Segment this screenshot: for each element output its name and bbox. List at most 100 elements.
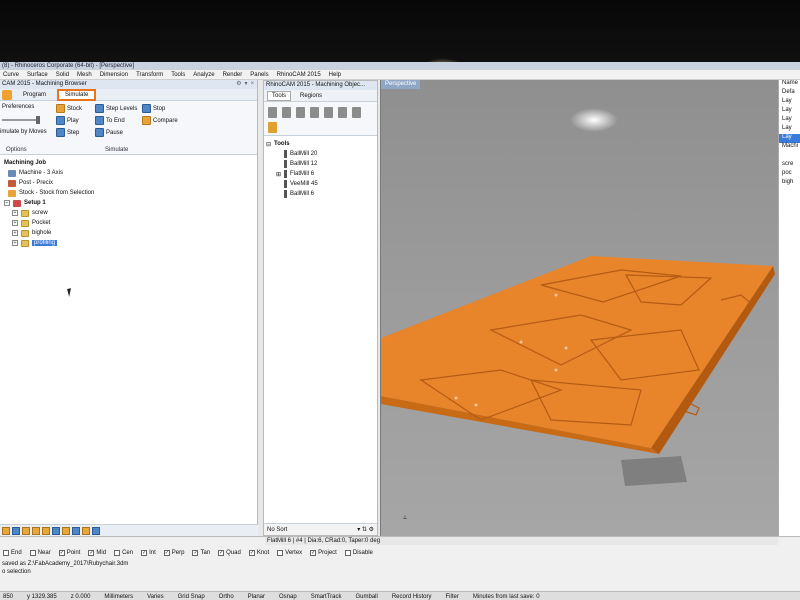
osnap-disable-checkbox[interactable]: Disable <box>344 550 373 556</box>
layer-indicator[interactable]: Varies <box>147 592 164 600</box>
speed-slider-track[interactable] <box>2 119 40 121</box>
toolbar-icon[interactable] <box>82 526 90 535</box>
menu-transform[interactable]: Transform <box>136 70 163 79</box>
library-icon[interactable] <box>352 107 361 118</box>
layer-row[interactable]: Lay <box>779 116 800 125</box>
osnap-near-checkbox[interactable]: Near <box>29 550 51 556</box>
flatmill-icon[interactable] <box>282 107 291 118</box>
pause-button[interactable]: Pause <box>95 128 123 137</box>
simulate-by-moves-button[interactable]: imulate by Moves <box>0 129 47 135</box>
stop-button[interactable]: Stop <box>142 104 165 113</box>
tree-machine[interactable]: Machine - 3 Axis <box>4 168 254 178</box>
sort-select[interactable]: No Sort <box>267 527 287 533</box>
layer-row[interactable]: Defa <box>779 89 800 98</box>
tree-folder-pocket[interactable]: + Pocket <box>4 218 254 228</box>
tap-icon[interactable] <box>338 107 347 118</box>
menu-tools[interactable]: Tools <box>171 70 185 79</box>
menu-help[interactable]: Help <box>329 70 341 79</box>
planar-toggle[interactable]: Planar <box>248 592 265 600</box>
tab-regions[interactable]: Regions <box>295 91 327 101</box>
speed-slider-thumb[interactable] <box>36 116 40 124</box>
toolbar-icon[interactable] <box>52 526 60 535</box>
tab-simulate[interactable]: Simulate <box>57 88 97 101</box>
toolbar-icon[interactable] <box>12 526 20 535</box>
collapse-icon[interactable]: ⊟ <box>266 141 271 148</box>
tree-folder-screw[interactable]: + screw <box>4 208 254 218</box>
toolbar-icon[interactable] <box>32 526 40 535</box>
menu-surface[interactable]: Surface <box>27 70 48 79</box>
gear-icon[interactable]: ⚙ <box>236 80 241 89</box>
layer-row-selected[interactable]: Lay <box>779 134 800 143</box>
ballmill-icon[interactable] <box>268 107 277 118</box>
layer-row[interactable]: scre <box>779 161 800 170</box>
osnap-cen-checkbox[interactable]: Cen <box>114 550 133 556</box>
tree-folder-bighole[interactable]: + bighole <box>4 228 254 238</box>
toolbar-icon[interactable] <box>92 526 100 535</box>
osnap-point-checkbox[interactable]: ✓ Point <box>58 550 80 556</box>
play-button[interactable]: Play <box>56 116 79 125</box>
step-button[interactable]: Step <box>56 128 79 137</box>
tab-program[interactable]: Program <box>16 90 53 100</box>
rhinocam-app-icon[interactable] <box>2 89 12 100</box>
step-levels-button[interactable]: Step Levels <box>95 104 137 113</box>
viewport-label[interactable]: Perspective <box>381 80 421 89</box>
layer-row[interactable] <box>779 152 800 161</box>
tree-post[interactable]: Post - Precix <box>4 178 254 188</box>
osnap-perp-checkbox[interactable]: ✓ Perp <box>163 550 184 556</box>
osnap-knot-checkbox[interactable]: ✓ Knot <box>248 550 269 556</box>
tool-library-icon[interactable] <box>268 122 277 133</box>
layer-row[interactable]: bigh <box>779 179 800 188</box>
chevron-down-icon[interactable]: ▾ <box>357 527 360 533</box>
to-end-button[interactable]: To End <box>95 116 125 125</box>
tool-item[interactable]: BallMill 6 <box>266 189 374 199</box>
tool-item[interactable]: ⊞ FlatMill 6 <box>266 169 374 179</box>
sort-icon[interactable]: ⇅ <box>362 527 367 533</box>
expand-icon[interactable]: + <box>12 210 18 216</box>
veemill-icon[interactable] <box>310 107 319 118</box>
tree-setup[interactable]: − Setup 1 <box>4 198 254 208</box>
layer-row[interactable]: Machi <box>779 143 800 152</box>
menu-dimension[interactable]: Dimension <box>100 70 128 79</box>
toolbar-icon[interactable] <box>2 526 10 535</box>
command-prompt[interactable]: o selection <box>2 569 31 575</box>
osnap-tan-checkbox[interactable]: ✓ Tan <box>192 550 210 556</box>
osnap-mid-checkbox[interactable]: ✓ Mid <box>88 550 106 556</box>
osnap-int-checkbox[interactable]: ✓ Int <box>141 550 156 556</box>
tool-item[interactable]: BallMill 20 <box>266 149 374 159</box>
pin-icon[interactable]: ▾ <box>244 80 247 89</box>
drill-icon[interactable] <box>324 107 333 118</box>
menu-mesh[interactable]: Mesh <box>77 70 92 79</box>
layer-row[interactable]: poc <box>779 170 800 179</box>
collapse-icon[interactable]: − <box>4 200 10 206</box>
settings-icon[interactable]: ⚙ <box>369 527 374 533</box>
toolbar-icon[interactable] <box>72 526 80 535</box>
bullmill-icon[interactable] <box>296 107 305 118</box>
tool-item[interactable]: BallMill 12 <box>266 159 374 169</box>
menu-analyze[interactable]: Analyze <box>193 70 214 79</box>
menu-solid[interactable]: Solid <box>56 70 69 79</box>
osnap-toggle[interactable]: Osnap <box>279 592 297 600</box>
smarttrack-toggle[interactable]: SmartTrack <box>311 592 342 600</box>
tool-item[interactable]: VeeMill 45 <box>266 179 374 189</box>
tree-machining-job[interactable]: Machining Job <box>4 158 254 168</box>
tab-tools[interactable]: Tools <box>267 90 292 101</box>
ortho-toggle[interactable]: Ortho <box>219 592 234 600</box>
filter-toggle[interactable]: Filter <box>446 592 459 600</box>
layer-row[interactable]: Lay <box>779 98 800 107</box>
menu-panels[interactable]: Panels <box>250 70 268 79</box>
layer-row[interactable]: Lay <box>779 107 800 116</box>
record-history-toggle[interactable]: Record History <box>392 592 432 600</box>
osnap-quad-checkbox[interactable]: ✓ Quad <box>218 550 241 556</box>
toolbar-icon[interactable] <box>22 526 30 535</box>
close-icon[interactable]: × <box>250 80 254 89</box>
osnap-end-checkbox[interactable]: End <box>3 550 22 556</box>
stock-button[interactable]: Stock <box>56 104 82 113</box>
toolbar-icon[interactable] <box>42 526 50 535</box>
perspective-viewport[interactable]: Perspective ⟂ <box>380 80 778 536</box>
expand-icon[interactable]: + <box>12 240 18 246</box>
menu-render[interactable]: Render <box>223 70 243 79</box>
tree-folder-profiling[interactable]: + profiling <box>4 238 254 248</box>
tools-root[interactable]: ⊟ Tools <box>266 139 374 149</box>
gumball-toggle[interactable]: Gumball <box>355 592 377 600</box>
toolbar-icon[interactable] <box>62 526 70 535</box>
